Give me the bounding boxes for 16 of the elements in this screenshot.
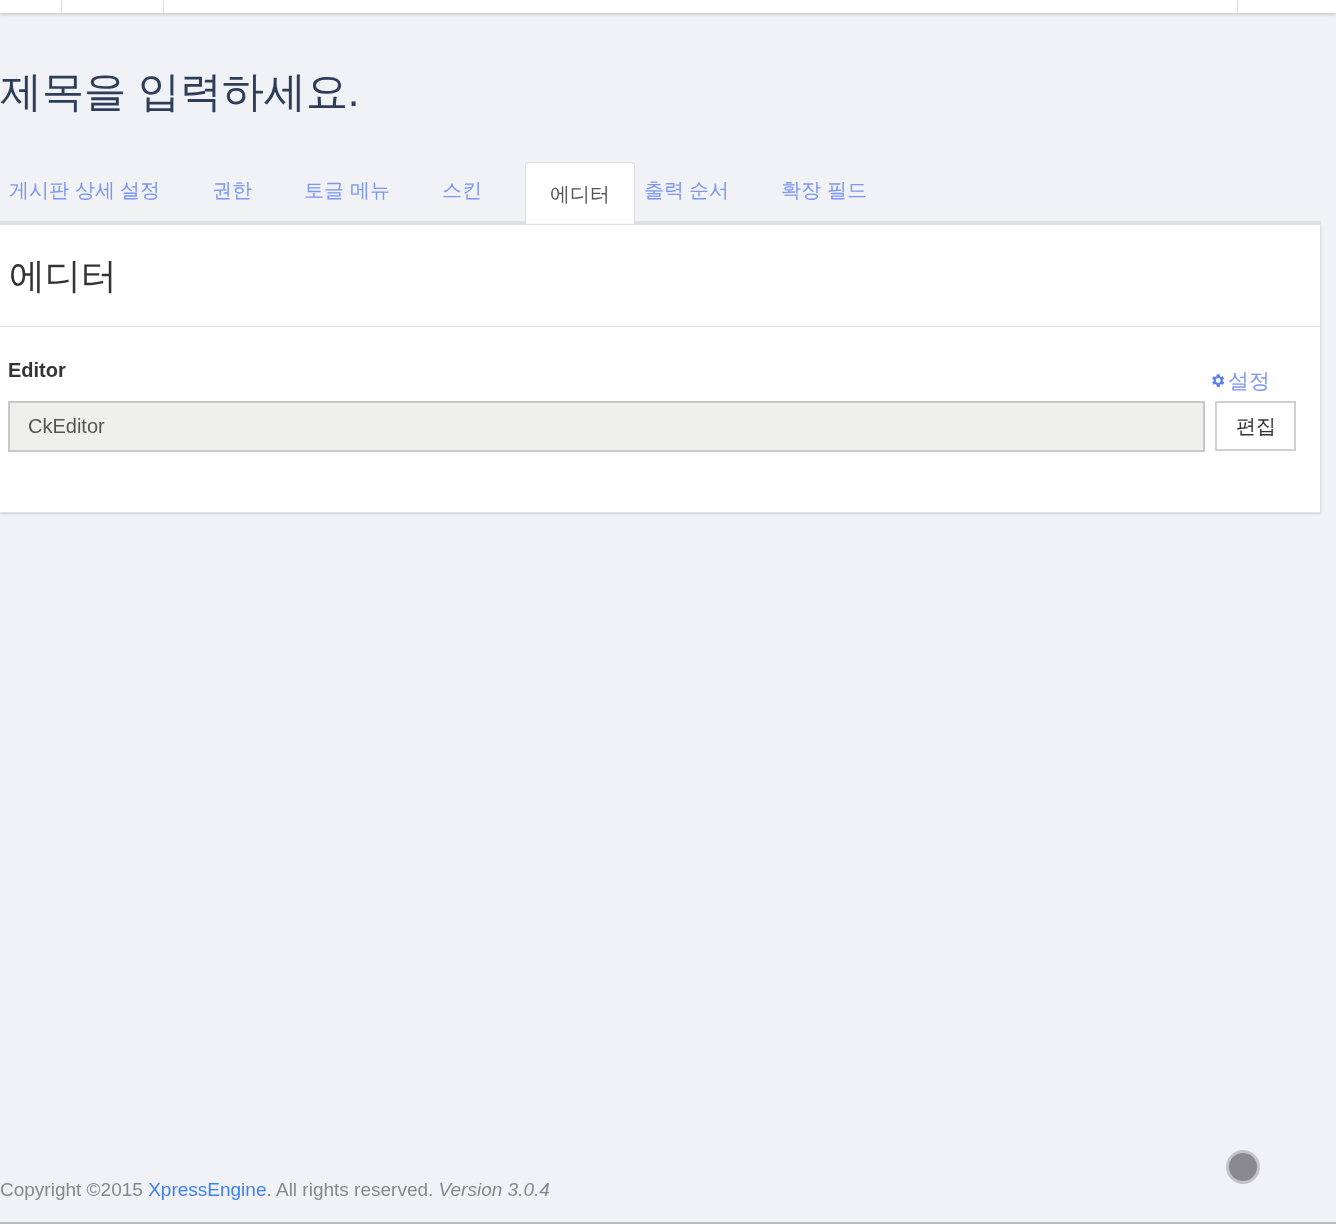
page-title: 제목을 입력하세요. xyxy=(0,67,360,117)
tab[interactable]: 권한 xyxy=(203,159,262,221)
tab[interactable]: 에디터 xyxy=(524,162,635,224)
gear-icon xyxy=(1209,372,1226,390)
edit-button[interactable]: 편집 xyxy=(1215,400,1296,451)
settings-link[interactable]: 설정 xyxy=(1209,365,1270,397)
tab[interactable]: 게시판 상세 설정 xyxy=(0,159,170,221)
editor-field[interactable]: CkEditor xyxy=(8,400,1206,452)
tab[interactable]: 스킨 xyxy=(432,159,491,221)
tab[interactable]: 출력 순서 xyxy=(634,159,739,221)
xpressengine-link[interactable]: XpressEngine xyxy=(148,1178,267,1200)
copyright-text: Copyright ©2015 XpressEngine. All rights reserved. Version 3.0.4 xyxy=(0,1177,551,1202)
field-label: Editor xyxy=(8,358,66,383)
tab[interactable]: 확장 필드 xyxy=(772,159,876,221)
tab[interactable]: 토글 메뉴 xyxy=(295,159,399,221)
panel-heading: 에디터 xyxy=(9,253,117,298)
